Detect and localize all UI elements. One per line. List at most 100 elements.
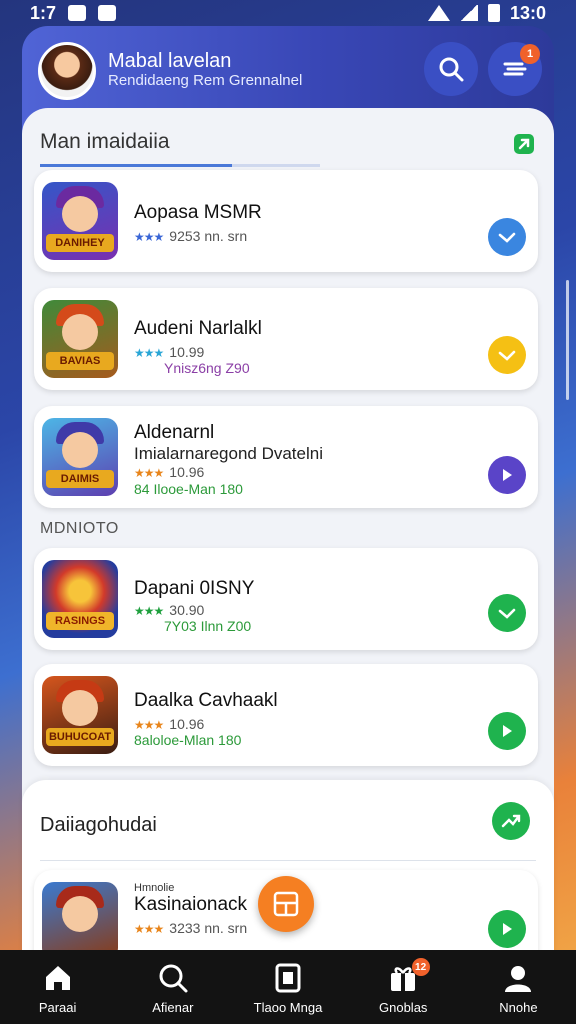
- nav-badge: 12: [411, 958, 430, 976]
- nav-label: Afienar: [152, 1000, 194, 1015]
- check-button[interactable]: [488, 594, 526, 632]
- discover-section: Daiiagohudai Hmnolie Kasinaionack ★★★ 323…: [22, 780, 554, 970]
- floating-action-button[interactable]: [258, 876, 314, 932]
- scrollbar[interactable]: [566, 280, 569, 400]
- home-icon: [45, 966, 70, 990]
- thumbnail-banner: DANIHEY: [46, 234, 114, 252]
- thumbnail-banner: BAVIAS: [46, 352, 114, 370]
- main-panel: Man imaidaiia DANIHEY Aopasa MSMR ★★★ 925…: [22, 108, 554, 970]
- nav-item-library[interactable]: Tlaoo Mnga: [230, 950, 345, 1024]
- game-thumbnail: RASINGS: [42, 560, 118, 638]
- game-meta: ★★★ 9253 nn. srn: [134, 228, 247, 244]
- game-meta: ★★★ 3233 nn. srn: [134, 920, 247, 936]
- grid-icon: [273, 891, 299, 917]
- game-card[interactable]: DANIHEY Aopasa MSMR ★★★ 9253 nn. srn: [34, 170, 538, 272]
- game-title: Aopasa MSMR: [134, 202, 262, 223]
- status-time-left: 1:7: [30, 2, 57, 23]
- game-meta: ★★★ 10.99: [134, 344, 204, 360]
- rating-stars: ★★★: [134, 922, 164, 936]
- notification-icon: [68, 5, 87, 21]
- status-time-right: 13:0: [509, 2, 546, 23]
- game-meta-secondary-text: 7Y03 Ilnn Z00: [164, 618, 252, 634]
- game-meta-secondary: Ynisz6ng Z90: [164, 360, 250, 376]
- game-meta-text: 9253 nn. srn: [169, 228, 248, 244]
- game-thumbnail: [42, 882, 118, 960]
- game-meta: ★★★ 30.90: [134, 602, 204, 618]
- game-title: Daalka Cavhaakl: [134, 690, 278, 711]
- header-subtitle: Rendidaeng Rem Grennalnel: [108, 72, 303, 89]
- nav-item-profile[interactable]: Nnohe: [461, 950, 576, 1024]
- check-icon: [498, 350, 516, 361]
- game-meta-secondary: 84 Ilooe-Man 180: [134, 481, 243, 497]
- check-icon: [498, 232, 516, 243]
- rating-stars: ★★★: [134, 718, 164, 732]
- bottom-nav: Paraai Afienar Tlaoo Mnga 12 Gnoblas Nno…: [0, 950, 576, 1024]
- rating-stars: ★★★: [134, 346, 164, 360]
- menu-badge: 1: [520, 44, 540, 64]
- divider: [40, 860, 536, 861]
- rating-stars: ★★★: [134, 604, 164, 618]
- game-meta-secondary: 8aloloe-Mlan 180: [134, 732, 241, 748]
- search-icon: [159, 964, 188, 993]
- play-button[interactable]: [488, 712, 526, 750]
- thumbnail-banner: BUHUCOAT: [46, 728, 114, 746]
- battery-icon: [487, 4, 500, 22]
- profile-icon: [505, 966, 532, 992]
- game-kicker: Hmnolie: [134, 882, 175, 894]
- play-button[interactable]: [488, 910, 526, 948]
- game-meta-text: 10.96: [169, 464, 205, 480]
- game-meta-secondary-text: 8aloloe-Mlan 180: [134, 732, 242, 748]
- nav-label: Paraai: [38, 1000, 77, 1015]
- game-thumbnail: BAVIAS: [42, 300, 118, 378]
- check-icon: [498, 608, 516, 619]
- game-meta: ★★★ 10.96: [134, 716, 204, 732]
- section-title: Man imaidaiia: [40, 130, 170, 153]
- nav-item-search[interactable]: Afienar: [115, 950, 230, 1024]
- search-button[interactable]: [424, 42, 478, 96]
- header-title: Mabal lavelan: [108, 50, 232, 72]
- game-title: Dapani 0ISNY: [134, 578, 255, 599]
- wifi-icon: [427, 5, 450, 21]
- game-card[interactable]: RASINGS Dapani 0ISNY ★★★ 30.90 7Y03 Ilnn …: [34, 548, 538, 650]
- game-thumbnail: DAIMIS: [42, 418, 118, 496]
- thumbnail-banner: RASINGS: [46, 612, 114, 630]
- game-meta-secondary-text: Ynisz6ng Z90: [164, 360, 250, 376]
- game-meta-text: 30.90: [169, 602, 205, 618]
- game-meta-secondary-text: 84 Ilooe-Man 180: [134, 481, 243, 497]
- section-title: Daiiagohudai: [40, 814, 157, 836]
- play-icon: [503, 923, 512, 935]
- play-icon: [503, 469, 512, 481]
- game-meta-text: 10.96: [169, 716, 205, 732]
- game-card[interactable]: BUHUCOAT Daalka Cavhaakl ★★★ 10.96 8alolo…: [34, 664, 538, 766]
- nav-item-rewards[interactable]: 12 Gnoblas: [346, 950, 461, 1024]
- thumbnail-banner: DAIMIS: [46, 470, 114, 488]
- play-icon: [503, 725, 512, 737]
- arrow-icon[interactable]: [512, 132, 536, 156]
- expand-button[interactable]: [492, 802, 530, 840]
- game-meta: ★★★ 10.96: [134, 464, 204, 480]
- section-label: MDNIOTO: [40, 520, 119, 537]
- nav-item-home[interactable]: Paraai: [0, 950, 115, 1024]
- rating-stars: ★★★: [134, 230, 164, 244]
- game-title: Kasinaionack: [134, 894, 248, 915]
- game-title: Audeni Narlalkl: [134, 318, 262, 339]
- status-bar: 1:7 13:0: [0, 0, 576, 26]
- game-card[interactable]: BAVIAS Audeni Narlalkl ★★★ 10.99 Ynisz6ng…: [34, 288, 538, 390]
- game-thumbnail: BUHUCOAT: [42, 676, 118, 754]
- game-thumbnail: DANIHEY: [42, 182, 118, 260]
- check-button[interactable]: [488, 336, 526, 374]
- game-card[interactable]: DAIMIS Aldenarnl Imialarnaregond Dvateln…: [34, 406, 538, 508]
- square-icon: [275, 963, 301, 993]
- game-subtitle: Imialarnaregond Dvatelni: [134, 444, 323, 463]
- app-notification-icon: [98, 5, 117, 21]
- game-meta-secondary: 7Y03 Ilnn Z00: [164, 618, 251, 634]
- search-icon: [439, 57, 464, 82]
- check-button[interactable]: [488, 218, 526, 256]
- play-button[interactable]: [488, 456, 526, 494]
- game-meta-text: 10.99: [169, 344, 205, 360]
- nav-label: Gnoblas: [379, 1000, 428, 1015]
- trend-arrow-icon: [501, 814, 521, 828]
- tab-indicator: [40, 164, 232, 167]
- avatar[interactable]: [38, 42, 96, 100]
- nav-label: Nnohe: [499, 1000, 538, 1015]
